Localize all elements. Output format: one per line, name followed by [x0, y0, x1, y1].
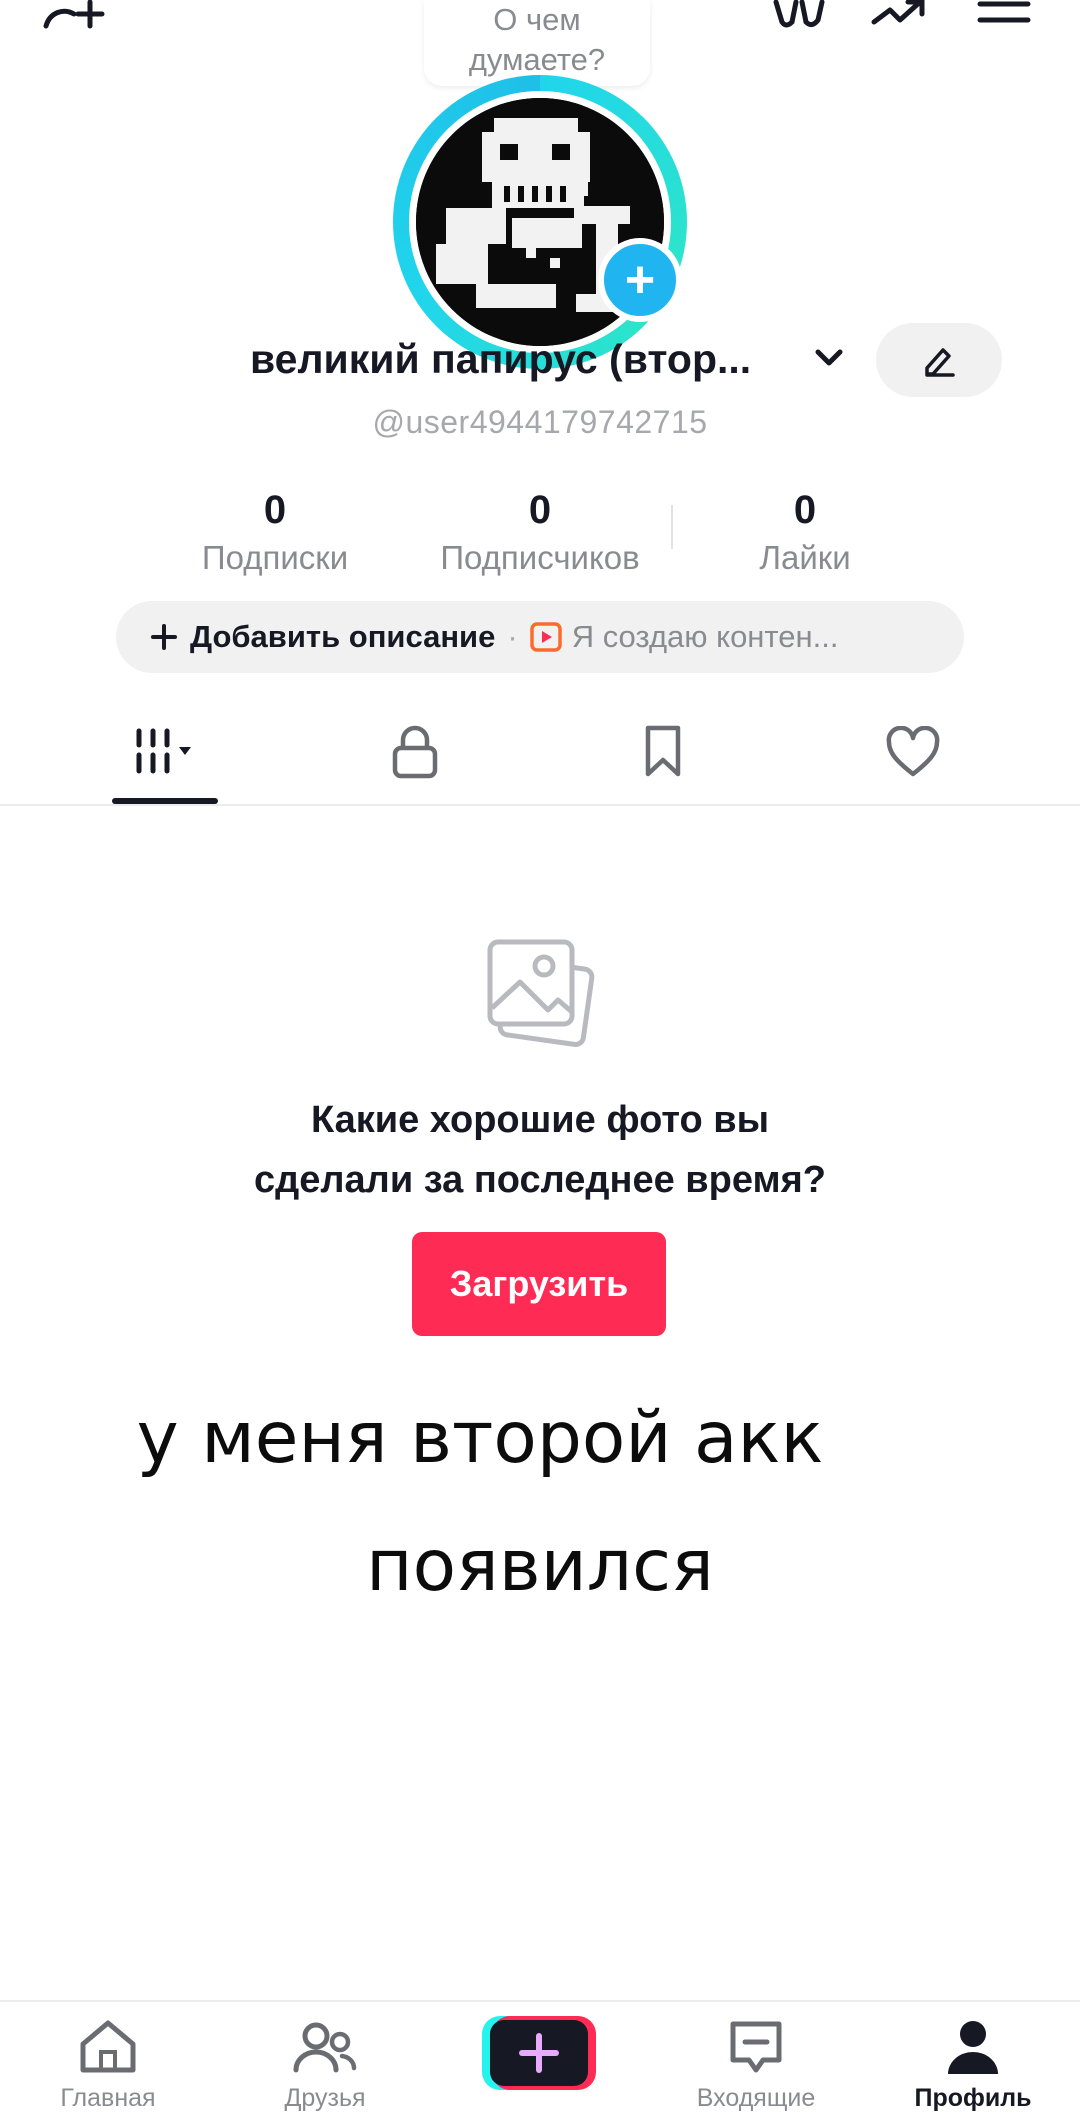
nav-inbox-label: Входящие	[696, 2084, 816, 2112]
tab-liked[interactable]	[863, 712, 963, 792]
profile-name[interactable]: великий папирус (втор...	[250, 336, 751, 383]
following-label: Подписки	[201, 539, 349, 576]
nav-profile[interactable]: Профиль	[893, 2002, 1053, 2114]
home-icon	[80, 2020, 136, 2073]
tab-videos[interactable]	[115, 712, 215, 792]
following-count: 0	[263, 488, 287, 532]
likes-label: Лайки	[759, 539, 851, 576]
create-button[interactable]	[482, 2016, 596, 2090]
menu-icon[interactable]	[976, 0, 1032, 30]
upload-button[interactable]: Загрузить	[412, 1232, 666, 1336]
username-handle: @user4944179742715	[372, 404, 708, 440]
following-stat[interactable]: 0 Подписки	[170, 488, 380, 577]
empty-state-line-2: сделали за последнее время?	[254, 1159, 826, 1201]
chevron-down-icon[interactable]	[812, 342, 846, 377]
add-photo-icon[interactable]: +	[598, 238, 682, 322]
thoughts-bubble[interactable]: О чем думаете?	[424, 0, 650, 86]
friends-icon	[293, 2022, 357, 2073]
separator-dot: ·	[507, 619, 518, 654]
bookmark-icon	[645, 725, 681, 777]
tab-saved[interactable]	[613, 712, 713, 792]
heart-icon	[886, 726, 940, 777]
nav-home[interactable]: Главная	[28, 2002, 188, 2114]
nav-inbox[interactable]: Входящие	[676, 2002, 836, 2114]
add-friend-icon[interactable]	[40, 0, 110, 30]
creator-tools-icon[interactable]	[768, 0, 828, 30]
tabs-divider	[0, 804, 1080, 806]
photo-placeholder-icon	[482, 934, 598, 1057]
add-description-button[interactable]: Добавить описание	[190, 619, 495, 655]
creator-category-button[interactable]: Я создаю контен...	[572, 619, 839, 655]
nav-home-label: Главная	[60, 2084, 156, 2112]
stat-divider	[671, 505, 673, 549]
tab-private[interactable]	[365, 712, 465, 792]
nav-profile-label: Профиль	[914, 2084, 1032, 2112]
thoughts-line-1: О чем	[493, 2, 581, 37]
nav-friends-label: Друзья	[284, 2084, 366, 2112]
description-bar: Добавить описание · Я создаю контен...	[116, 601, 964, 673]
profile-icon	[948, 2021, 998, 2074]
pencil-icon	[925, 348, 955, 377]
likes-count: 0	[793, 488, 817, 532]
bottom-navigation: Главная Друзья Входящие Профиль	[0, 2000, 1080, 2114]
overlay-caption-line-1: у меня второй акк	[136, 1396, 824, 1479]
lock-icon	[392, 725, 438, 779]
activity-icon[interactable]	[868, 0, 932, 30]
overlay-caption-line-2: появился	[366, 1524, 714, 1607]
inbox-icon	[730, 2021, 782, 2073]
nav-friends[interactable]: Друзья	[245, 2002, 405, 2114]
followers-label: Подписчиков	[440, 539, 640, 576]
grid-icon	[136, 728, 191, 774]
plus-icon	[150, 623, 178, 651]
thoughts-line-2: думаете?	[468, 42, 606, 77]
followers-stat[interactable]: 0 Подписчиков	[410, 488, 670, 577]
likes-stat[interactable]: 0 Лайки	[700, 488, 910, 577]
empty-state-title: Какие хорошие фото вы сделали за последн…	[0, 1090, 1080, 1210]
creator-play-icon	[529, 622, 562, 652]
edit-profile-button[interactable]	[876, 323, 1002, 397]
empty-state-line-1: Какие хорошие фото вы	[310, 1099, 770, 1141]
followers-count: 0	[528, 488, 552, 532]
